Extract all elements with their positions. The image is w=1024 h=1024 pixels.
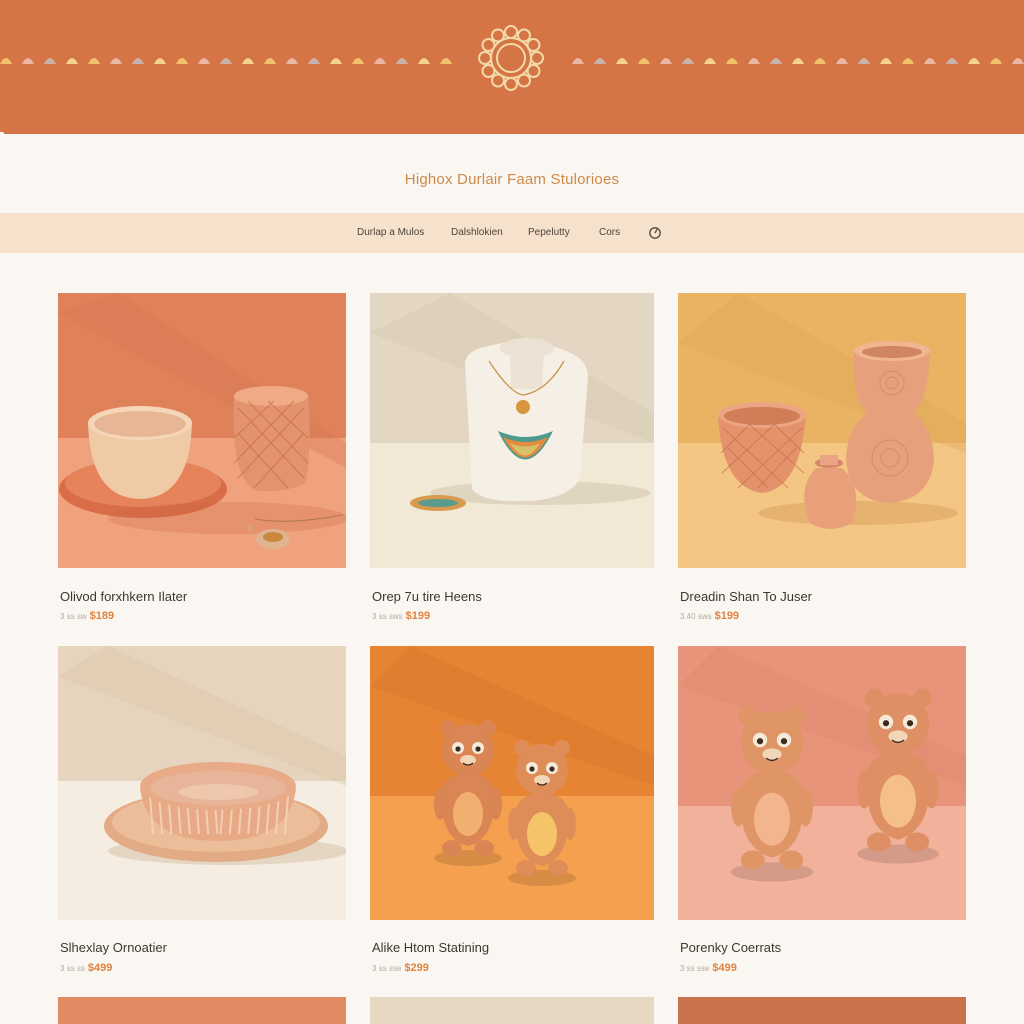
zigzag-border <box>0 120 1024 134</box>
product-name-3[interactable]: Dreadin Shan To Juser <box>680 589 812 604</box>
product-meta-5: 3 ss sse $299 <box>372 962 429 974</box>
sun-mandala-icon[interactable] <box>475 22 547 94</box>
product-name-5[interactable]: Alike Htom Statining <box>372 940 489 955</box>
main-nav: Durlap a Mulos Dalshlokien Pepelutty Cor… <box>0 213 1024 253</box>
product-name-4[interactable]: Slhexlay Ornoatier <box>60 940 167 955</box>
product-price-6: $499 <box>712 962 737 974</box>
product-image-8[interactable] <box>370 997 654 1024</box>
nav-item-1[interactable]: Durlap a Mulos <box>357 227 424 238</box>
product-sub-5: 3 ss sse <box>372 964 402 973</box>
header-banner <box>0 0 1024 132</box>
product-price-2: $199 <box>405 610 431 622</box>
product-image-9[interactable] <box>678 997 966 1024</box>
product-name-6[interactable]: Porenky Coerrats <box>680 940 781 955</box>
product-image-2[interactable] <box>370 293 654 568</box>
product-card-3[interactable]: Dreadin Shan To Juser 3.40 sws $199 <box>678 293 966 633</box>
product-sub-3: 3.40 sws <box>680 612 712 621</box>
product-meta-2: 3 ss sws $199 <box>372 610 430 622</box>
product-meta-3: 3.40 sws $199 <box>680 610 739 622</box>
product-sub-4: 3 ss ss <box>60 964 85 973</box>
product-image-3[interactable] <box>678 293 966 568</box>
product-price-5: $299 <box>404 962 429 974</box>
product-name-2[interactable]: Orep 7u tire Heens <box>372 589 482 604</box>
shop-title[interactable]: Highox Durlair Faam Stulorioes <box>0 171 1024 188</box>
product-sub-2: 3 ss sws <box>372 612 403 621</box>
product-image-6[interactable] <box>678 646 966 920</box>
product-meta-6: 3 ss sse $499 <box>680 962 737 974</box>
product-sub-6: 3 ss sse <box>680 964 710 973</box>
product-image-4[interactable] <box>58 646 346 920</box>
product-card-5[interactable]: Alike Htom Statining 3 ss sse $299 <box>370 646 654 986</box>
product-card-1[interactable]: Olivod forxhkern Ilater 3 ss sw $189 <box>58 293 346 633</box>
product-price-3: $199 <box>714 610 740 622</box>
nav-item-4[interactable]: Cors <box>599 227 620 238</box>
product-image-7[interactable] <box>58 997 346 1024</box>
product-card-2[interactable]: Orep 7u tire Heens 3 ss sws $199 <box>370 293 654 633</box>
product-price-1: $189 <box>89 610 115 622</box>
search-icon[interactable] <box>648 226 662 240</box>
product-card-6[interactable]: Porenky Coerrats 3 ss sse $499 <box>678 646 966 986</box>
product-card-4[interactable]: Slhexlay Ornoatier 3 ss ss $499 <box>58 646 346 986</box>
nav-item-2[interactable]: Dalshlokien <box>451 227 503 238</box>
product-price-4: $499 <box>87 962 113 974</box>
product-image-1[interactable] <box>58 293 346 568</box>
product-name-1[interactable]: Olivod forxhkern Ilater <box>60 589 187 604</box>
nav-item-3[interactable]: Pepelutty <box>528 227 570 238</box>
product-sub-1: 3 ss sw <box>60 612 87 621</box>
product-meta-1: 3 ss sw $189 <box>60 610 114 622</box>
product-meta-4: 3 ss ss $499 <box>60 962 112 974</box>
product-image-5[interactable] <box>370 646 654 920</box>
